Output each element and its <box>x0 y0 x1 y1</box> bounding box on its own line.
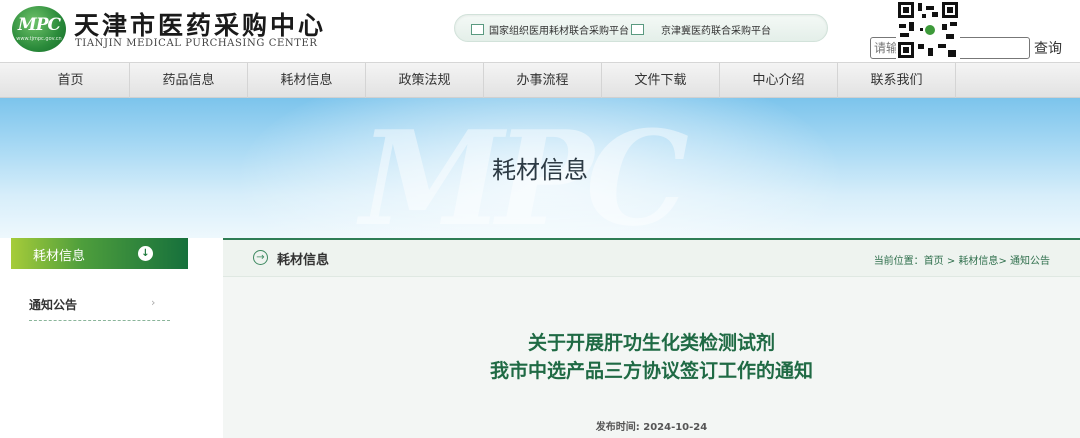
content-header: → 耗材信息 当前位置：首页 > 耗材信息> 通知公告 <box>223 240 1080 277</box>
breadcrumb-home[interactable]: 首页 <box>924 256 944 267</box>
nav-item-downloads[interactable]: 文件下载 <box>602 63 720 99</box>
platform-square-icon <box>631 23 644 35</box>
breadcrumb-prefix: 当前位置： <box>873 256 924 267</box>
nav-item-home[interactable]: 首页 <box>12 63 130 99</box>
article-title-line-1: 关于开展肝功生化类检测试剂 <box>527 332 775 354</box>
main-nav: 首页 药品信息 耗材信息 政策法规 办事流程 文件下载 中心介绍 联系我们 <box>0 62 1080 99</box>
breadcrumb-separator: > <box>998 256 1010 267</box>
content-section-title: 耗材信息 <box>277 253 330 268</box>
logo-icon[interactable]: MPC www.tjmpc.gov.cn <box>12 6 66 52</box>
qr-center-logo <box>923 23 937 37</box>
logo-mark-text: MPC <box>17 15 61 35</box>
article-publish-date: 发布时间: 2024-10-24 <box>595 422 708 433</box>
breadcrumb-current[interactable]: 通知公告 <box>1010 256 1050 267</box>
qr-code-icon <box>896 0 960 60</box>
arrow-down-circle-icon: ↓ <box>138 246 153 261</box>
breadcrumb: 当前位置：首页 > 耗材信息> 通知公告 <box>874 252 1050 267</box>
arrow-right-circle-icon: → <box>253 250 268 265</box>
platform-square-icon <box>471 23 484 35</box>
nav-item-drug-info[interactable]: 药品信息 <box>130 63 248 99</box>
nav-item-contact[interactable]: 联系我们 <box>838 63 956 99</box>
site-title-en: TIANJIN MEDICAL PURCHASING CENTER <box>75 38 318 49</box>
banner-title: 耗材信息 <box>492 156 588 184</box>
site-title-cn[interactable]: 天津市医药采购中心 <box>74 6 326 42</box>
search-button[interactable]: 查询 <box>1034 38 1062 58</box>
section-banner: MPC 耗材信息 <box>0 98 1080 238</box>
nav-item-procedures[interactable]: 办事流程 <box>484 63 602 99</box>
breadcrumb-section[interactable]: 耗材信息 <box>958 256 998 267</box>
sidebar-item-notices[interactable]: 通知公告 › <box>29 295 170 321</box>
platform-link-label: 京津冀医药联合采购平台 <box>661 25 771 37</box>
sidebar-item-label: 通知公告 <box>29 298 78 312</box>
sidebar-header-label: 耗材信息 <box>33 249 86 264</box>
nav-item-about[interactable]: 中心介绍 <box>720 63 838 99</box>
breadcrumb-separator: > <box>943 256 959 267</box>
platform-links: 国家组织医用耗材联合采购平台 京津冀医药联合采购平台 <box>454 14 828 42</box>
platform-link-label: 国家组织医用耗材联合采购平台 <box>489 25 629 37</box>
sidebar: 通知公告 › <box>11 269 188 438</box>
logo-mark-url: www.tjmpc.gov.cn <box>16 36 62 42</box>
article-title-line-2: 我市中选产品三方协议签订工作的通知 <box>489 360 813 382</box>
platform-link-jingjinji[interactable]: 京津冀医药联合采购平台 <box>631 21 771 37</box>
sidebar-header[interactable]: 耗材信息 ↓ <box>11 238 188 269</box>
platform-link-national[interactable]: 国家组织医用耗材联合采购平台 <box>471 21 629 37</box>
nav-item-policies[interactable]: 政策法规 <box>366 63 484 99</box>
site-header: MPC www.tjmpc.gov.cn 天津市医药采购中心 TIANJIN M… <box>0 0 1080 62</box>
nav-item-consumables-info[interactable]: 耗材信息 <box>248 63 366 99</box>
main-content: → 耗材信息 当前位置：首页 > 耗材信息> 通知公告 关于开展肝功生化类检测试… <box>223 238 1080 438</box>
chevron-right-icon: › <box>151 296 156 309</box>
